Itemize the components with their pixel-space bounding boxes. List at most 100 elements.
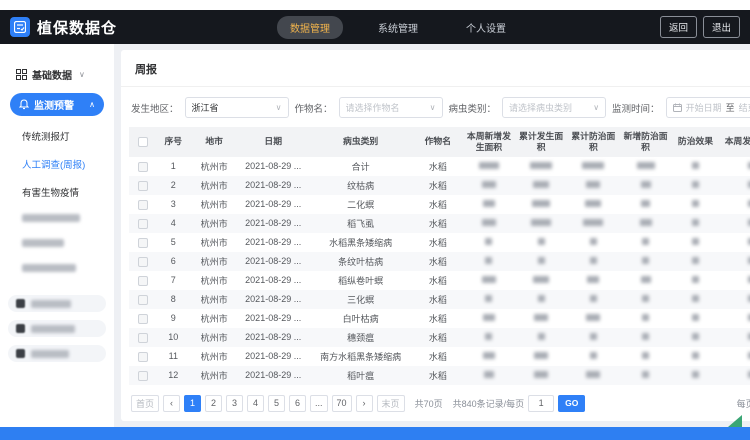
row-crop: 水稻 [413, 309, 463, 328]
row-crop: 水稻 [413, 214, 463, 233]
table-row: 6杭州市2021-08-29 ...条纹叶枯病水稻 [129, 252, 750, 271]
page-number-button[interactable]: 6 [289, 395, 306, 412]
page-size-selector: 每页显示 122436 [731, 395, 750, 412]
redacted-value-cell [463, 309, 515, 328]
redacted-value-cell [672, 195, 720, 214]
nav-item[interactable]: 个人设置 [453, 16, 519, 39]
page-number-button[interactable]: 70 [332, 395, 352, 412]
redacted-number [692, 200, 699, 207]
table-body: 1杭州市2021-08-29 ...合计水稻2杭州市2021-08-29 ...… [129, 157, 750, 385]
nav-item[interactable]: 系统管理 [365, 16, 431, 39]
main-area: 周报 发生地区： 浙江省 ∨ 作物名： 请选择作物名 ∨ 病虫类别： [114, 44, 750, 427]
row-city: 杭州市 [190, 347, 238, 366]
redacted-text [22, 239, 64, 247]
row-checkbox[interactable] [138, 352, 148, 362]
redacted-text [31, 300, 71, 308]
row-checkbox[interactable] [138, 333, 148, 343]
redacted-number [590, 352, 597, 359]
page-number-button[interactable]: ... [310, 395, 328, 412]
row-date: 2021-08-29 ... [238, 233, 308, 252]
crop-select[interactable]: 请选择作物名 ∨ [339, 97, 443, 118]
sidebar-item[interactable] [8, 295, 106, 312]
date-range-input[interactable]: 开始日期 至 结束日期 [666, 97, 750, 118]
sidebar-subitem[interactable]: 传统测报灯 [0, 122, 114, 150]
redacted-number [484, 371, 494, 378]
row-checkbox[interactable] [138, 371, 148, 381]
row-pest: 条纹叶枯病 [308, 252, 412, 271]
page-number-button[interactable]: 2 [205, 395, 222, 412]
page-number-button[interactable]: 4 [247, 395, 264, 412]
sidebar-subitem[interactable] [0, 256, 114, 281]
redacted-value-cell [567, 195, 619, 214]
redacted-number [642, 295, 649, 302]
redacted-value-cell [672, 157, 720, 176]
row-city: 杭州市 [190, 195, 238, 214]
sidebar-item[interactable] [8, 345, 106, 362]
row-checkbox[interactable] [138, 200, 148, 210]
sidebar-bottom-items [0, 295, 114, 362]
first-page-button[interactable]: 首页 [131, 395, 159, 412]
redacted-value-cell [619, 176, 671, 195]
redacted-value-cell [567, 309, 619, 328]
exit-button[interactable]: 退出 [703, 16, 740, 38]
region-select[interactable]: 浙江省 ∨ [185, 97, 289, 118]
table-row: 11杭州市2021-08-29 ...南方水稻黑条矮缩病水稻 [129, 347, 750, 366]
row-pest: 南方水稻黑条矮缩病 [308, 347, 412, 366]
row-checkbox[interactable] [138, 276, 148, 286]
redacted-value-cell [619, 309, 671, 328]
pest-label: 病虫类别： [449, 101, 497, 115]
row-checkbox[interactable] [138, 181, 148, 191]
row-checkbox[interactable] [138, 219, 148, 229]
sidebar-group-basic-data[interactable]: 基础数据 ∨ [0, 62, 114, 87]
next-page-button[interactable]: › [356, 395, 373, 412]
row-checkbox[interactable] [138, 314, 148, 324]
page-title: 周报 [121, 50, 750, 87]
sidebar-group-monitor-warning[interactable]: 监测预警 ∧ [10, 93, 104, 116]
date-separator: 至 [726, 101, 735, 114]
sidebar-subitem[interactable] [0, 206, 114, 231]
page-buttons: 123456...70 [184, 395, 352, 412]
last-page-button[interactable]: 末页 [377, 395, 405, 412]
row-city: 杭州市 [190, 309, 238, 328]
page-number-button[interactable]: 1 [184, 395, 201, 412]
sidebar-subitem[interactable]: 人工调查(周报) [0, 150, 114, 178]
row-pest: 二化螟 [308, 195, 412, 214]
back-button[interactable]: 返回 [660, 16, 697, 38]
sidebar-item[interactable] [8, 320, 106, 337]
chevron-down-icon: ∨ [430, 103, 436, 112]
sidebar-subitem[interactable]: 有害生物疫情 [0, 178, 114, 206]
body: 基础数据 ∨ 监测预警 ∧ 传统测报灯人工调查(周报)有害生物疫情 周报 [0, 44, 750, 427]
row-checkbox[interactable] [138, 257, 148, 267]
row-checkbox[interactable] [138, 238, 148, 248]
redacted-value-cell [672, 233, 720, 252]
row-date: 2021-08-29 ... [238, 176, 308, 195]
pest-select[interactable]: 请选择病虫类别 ∨ [502, 97, 606, 118]
redacted-number [692, 162, 699, 169]
chevron-down-icon: ∨ [79, 70, 85, 79]
select-all-checkbox[interactable] [138, 137, 148, 147]
prev-page-button[interactable]: ‹ [163, 395, 180, 412]
redacted-number [642, 352, 649, 359]
page-jump-input[interactable] [528, 395, 554, 412]
crop-label: 作物名： [295, 101, 333, 115]
page-number-button[interactable]: 3 [226, 395, 243, 412]
redacted-value-cell [567, 290, 619, 309]
row-checkbox-cell [129, 252, 156, 271]
redacted-value-cell [567, 233, 619, 252]
sidebar-subitem[interactable] [0, 231, 114, 256]
go-button[interactable]: GO [558, 395, 585, 412]
row-checkbox[interactable] [138, 295, 148, 305]
redacted-value-cell [719, 328, 750, 347]
nav-item[interactable]: 数据管理 [277, 16, 343, 39]
row-checkbox[interactable] [138, 162, 148, 172]
redacted-value-cell [567, 347, 619, 366]
column-header: 日期 [238, 127, 308, 157]
redacted-value-cell [567, 214, 619, 233]
redacted-value-cell [515, 176, 567, 195]
row-no: 10 [156, 328, 190, 347]
column-header: 地市 [190, 127, 238, 157]
page-number-button[interactable]: 5 [268, 395, 285, 412]
redacted-number [582, 162, 604, 169]
sidebar-group-label: 基础数据 [32, 67, 72, 82]
row-pest: 三化螟 [308, 290, 412, 309]
